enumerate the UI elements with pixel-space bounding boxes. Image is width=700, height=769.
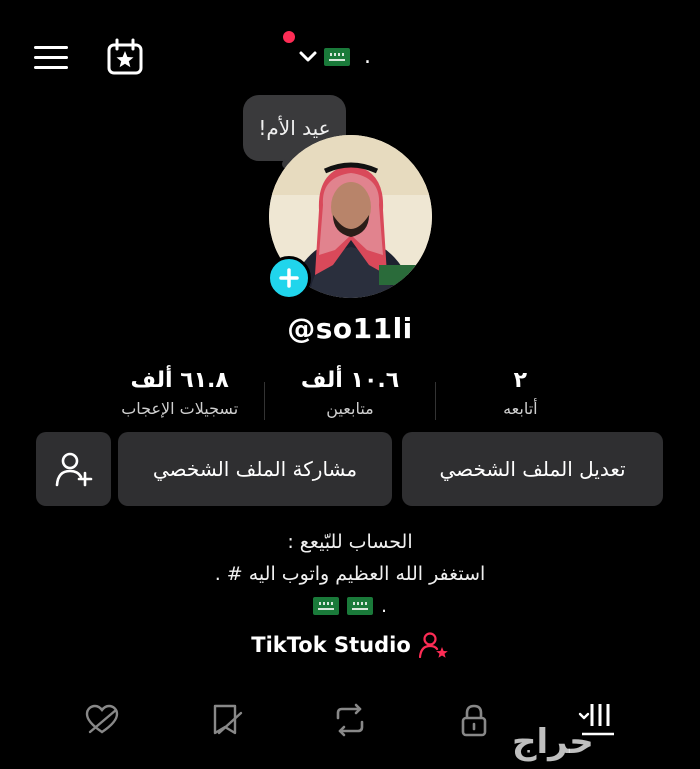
bio-line: . (0, 590, 700, 622)
speech-bubble-text: عيد الأم! (258, 116, 331, 140)
tab-favorites[interactable] (196, 695, 256, 745)
add-user-icon (55, 452, 92, 487)
repost-icon (336, 703, 364, 737)
bookmark-hidden-icon (213, 704, 243, 735)
tab-reposts[interactable] (320, 695, 380, 745)
content-tabs (0, 690, 700, 750)
share-profile-button[interactable]: مشاركة الملف الشخصي (118, 432, 392, 506)
stat-label: تسجيلات الإعجاب (121, 399, 239, 418)
hamburger-menu-icon[interactable] (34, 44, 68, 72)
stat-followers[interactable]: ١٠.٦ ألف متابعين (265, 366, 434, 426)
plus-icon (279, 268, 299, 288)
username: @so11li (287, 312, 413, 345)
liked-hidden-icon (85, 704, 119, 734)
chevron-down-icon (299, 51, 317, 62)
stat-value: ٦١.٨ ألف (130, 368, 229, 393)
saudi-flag-icon (324, 48, 350, 66)
studio-label: TikTok Studio (251, 633, 411, 657)
top-bar: . (0, 0, 700, 110)
stat-value: ٢ (513, 368, 528, 393)
stat-following[interactable]: ٢ أتابعه (436, 366, 605, 426)
bio-suffix: . (380, 595, 388, 617)
saudi-flag-icon (312, 597, 339, 615)
tiktok-studio-link[interactable]: TikTok Studio (0, 632, 700, 658)
calendar-star-icon[interactable] (106, 38, 144, 76)
edit-profile-button[interactable]: تعديل الملف الشخصي (402, 432, 663, 506)
profile-stats: ٢ أتابعه ١٠.٦ ألف متابعين ٦١.٨ ألف تسجيل… (95, 366, 605, 426)
account-suffix: . (364, 44, 371, 69)
tab-private[interactable] (444, 695, 504, 745)
account-switcher[interactable]: . (298, 40, 371, 74)
saudi-flag-icon (346, 597, 373, 615)
haraj-watermark-logo: حراج (512, 722, 594, 762)
stat-value: ١٠.٦ ألف (300, 368, 400, 393)
notification-dot (283, 31, 295, 43)
bio-line: الحساب للبّيعع : (287, 531, 413, 553)
user-star-icon (418, 632, 448, 658)
stat-likes[interactable]: ٦١.٨ ألف تسجيلات الإعجاب (95, 366, 264, 426)
stat-label: متابعين (326, 399, 374, 418)
lock-icon (461, 704, 487, 737)
tab-liked[interactable] (72, 695, 132, 745)
bio-line: استغفر الله العظيم واتوب اليه # . (214, 563, 486, 585)
profile-bio: الحساب للبّيعع : استغفر الله العظيم واتو… (0, 526, 700, 622)
add-profile-photo-button[interactable] (267, 256, 311, 300)
stat-label: أتابعه (503, 399, 538, 418)
add-friends-button[interactable] (36, 432, 111, 506)
